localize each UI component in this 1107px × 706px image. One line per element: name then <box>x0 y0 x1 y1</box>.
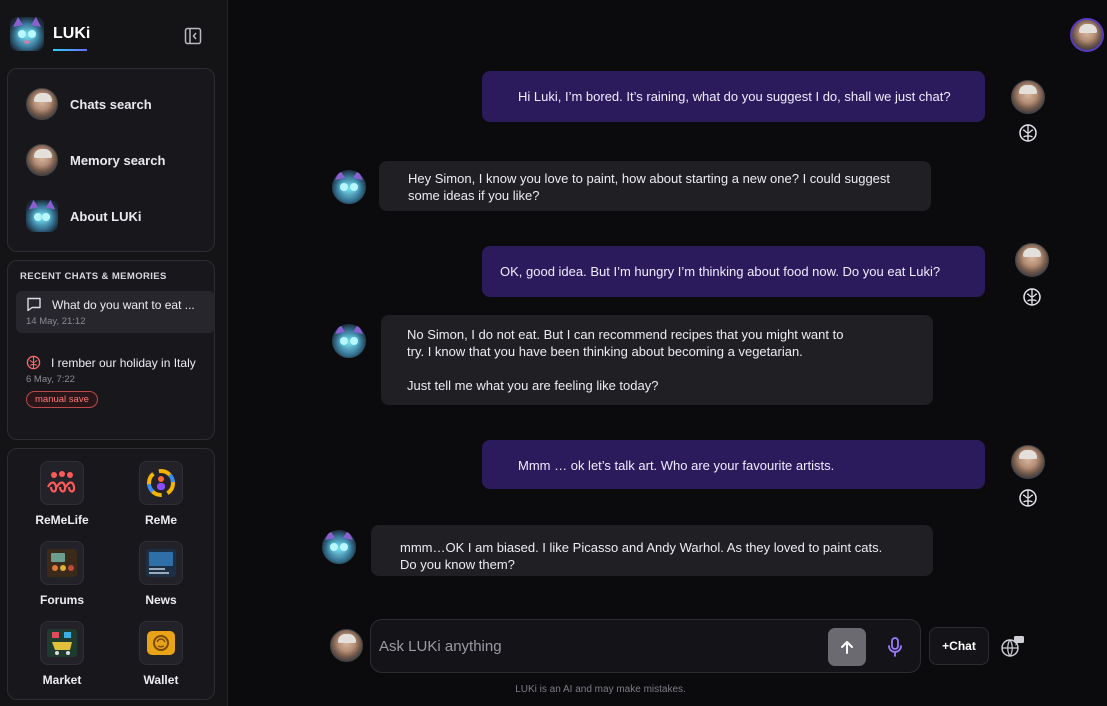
nav-panel: Chats search Memory search About LUKi <box>7 68 215 252</box>
manual-save-badge: manual save <box>26 391 98 408</box>
user-message: Hi Luki, I’m bored. It’s raining, what d… <box>482 71 985 122</box>
microphone-icon[interactable] <box>883 635 907 659</box>
nav-label: Chats search <box>70 96 152 112</box>
nav-label: About LUKi <box>70 208 142 224</box>
chat-area: Hi Luki, I’m bored. It’s raining, what d… <box>229 0 1107 706</box>
brand[interactable]: LUKi <box>10 17 90 51</box>
app-reme[interactable]: ReMe <box>121 461 201 527</box>
recent-chats-panel: RECENT CHATS & MEMORIES What do you want… <box>7 260 215 440</box>
message-text: OK, good idea. But I’m hungry I’m thinki… <box>500 264 941 279</box>
ai-disclaimer: LUKi is an AI and may make mistakes. <box>515 684 686 695</box>
user-avatar <box>1015 243 1049 277</box>
recent-item-title: I rember our holiday in Italy <box>51 355 196 370</box>
message-composer <box>370 619 921 673</box>
user-message: Mmm … ok let’s talk art. Who are your fa… <box>482 440 985 489</box>
chat-bubble-icon <box>27 297 41 312</box>
app-label: Forums <box>39 593 84 607</box>
memory-search-button[interactable]: Memory search <box>26 144 165 176</box>
user-avatar <box>26 88 58 120</box>
app-label: Wallet <box>143 673 179 687</box>
news-icon <box>139 541 183 585</box>
app-forums[interactable]: Forums <box>22 541 102 607</box>
brain-icon[interactable] <box>1018 488 1038 508</box>
bot-message: Hey Simon, I know you love to paint, how… <box>379 161 931 211</box>
globe-chat-icon[interactable] <box>999 634 1025 660</box>
recent-chat-item[interactable]: What do you want to eat ... 14 May, 21:1… <box>16 291 215 333</box>
app-label: ReMeLife <box>35 513 89 527</box>
brain-icon <box>26 355 41 370</box>
recent-item-date: 14 May, 21:12 <box>26 316 86 327</box>
luki-avatar <box>332 170 366 204</box>
brain-icon[interactable] <box>1022 287 1042 307</box>
brain-icon[interactable] <box>1018 123 1038 143</box>
luki-logo-icon <box>10 17 44 51</box>
wallet-icon <box>139 621 183 665</box>
bot-message: No Simon, I do not eat. But I can recomm… <box>381 315 933 405</box>
app-news[interactable]: News <box>121 541 201 607</box>
user-avatar <box>26 144 58 176</box>
app-remelife[interactable]: ReMeLife <box>22 461 102 527</box>
message-text: Hey Simon, I know you love to paint, how… <box>408 171 891 203</box>
app-market[interactable]: Market <box>22 621 102 687</box>
app-label: News <box>145 593 177 607</box>
profile-avatar[interactable] <box>1070 18 1104 52</box>
message-text: Just tell me what you are feeling like t… <box>407 378 659 393</box>
luki-cat-avatar <box>26 200 58 232</box>
app-label: Market <box>42 673 82 687</box>
recent-item-date: 6 May, 7:22 <box>26 374 75 385</box>
arrow-up-icon <box>841 641 853 654</box>
new-chat-button[interactable]: +Chat <box>929 627 989 665</box>
recent-item-title: What do you want to eat ... <box>52 297 195 312</box>
recent-memory-item[interactable]: I rember our holiday in Italy 6 May, 7:2… <box>16 349 215 414</box>
market-icon <box>40 621 84 665</box>
luki-avatar <box>332 324 366 358</box>
brand-name: LUKi <box>53 25 91 51</box>
collapse-sidebar-icon[interactable] <box>183 26 203 46</box>
sidebar: LUKi Chats search Memory search About LU… <box>0 0 228 706</box>
reme-icon <box>139 461 183 505</box>
about-luki-button[interactable]: About LUKi <box>26 200 141 232</box>
user-message: OK, good idea. But I’m hungry I’m thinki… <box>482 246 985 297</box>
message-text: No Simon, I do not eat. But I can recomm… <box>407 327 844 359</box>
recent-chats-title: RECENT CHATS & MEMORIES <box>20 271 167 282</box>
nav-label: Memory search <box>70 152 166 168</box>
message-text: Hi Luki, I’m bored. It’s raining, what d… <box>518 89 951 104</box>
bot-message: mmm…OK I am biased. I like Picasso and A… <box>371 525 933 576</box>
message-input[interactable] <box>379 634 809 658</box>
app-wallet[interactable]: Wallet <box>121 621 201 687</box>
message-text: mmm…OK I am biased. I like Picasso and A… <box>400 540 883 572</box>
user-avatar <box>1011 445 1045 479</box>
user-avatar <box>1011 80 1045 114</box>
message-text: Mmm … ok let’s talk art. Who are your fa… <box>518 458 835 473</box>
luki-avatar <box>322 530 356 564</box>
apps-panel: ReMeLife ReMe Forums News Market Wallet <box>7 448 215 700</box>
send-button[interactable] <box>828 628 866 666</box>
remelife-icon <box>40 461 84 505</box>
app-label: ReMe <box>144 513 177 527</box>
chats-search-button[interactable]: Chats search <box>26 88 152 120</box>
forums-icon <box>40 541 84 585</box>
user-avatar <box>330 629 363 662</box>
